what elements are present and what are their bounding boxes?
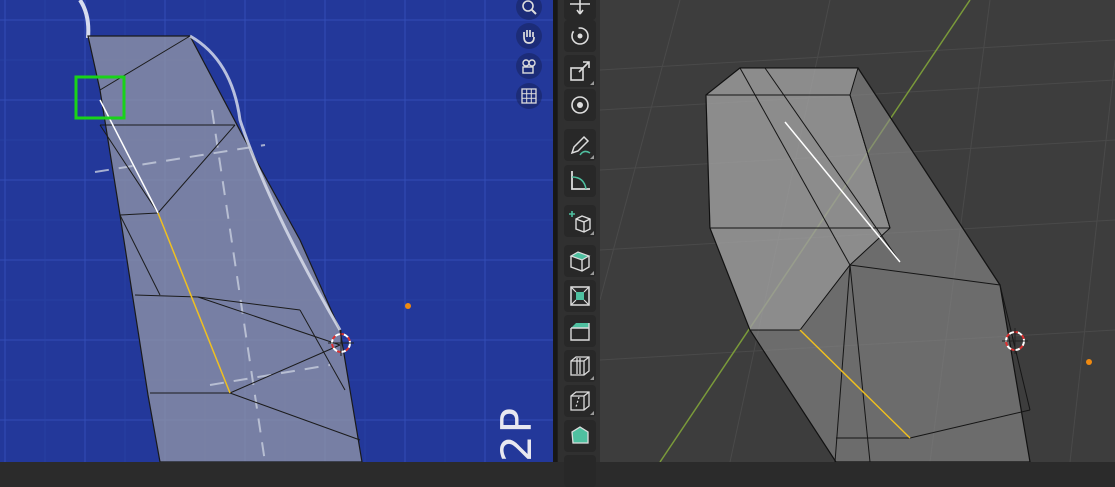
knife-icon [570, 391, 590, 411]
ortho-toggle-button[interactable] [516, 83, 542, 109]
spin-tool[interactable] [564, 455, 596, 487]
pan-button[interactable] [516, 23, 542, 49]
add-cube-tool[interactable] [564, 205, 596, 237]
bevel-tool[interactable] [564, 315, 596, 347]
object-origin[interactable] [405, 303, 411, 309]
bevel-icon [570, 323, 590, 341]
annotate-tool[interactable] [564, 129, 596, 161]
scale-tool[interactable] [564, 55, 596, 87]
ortho-scene[interactable] [0, 0, 553, 462]
add-cube-icon [569, 211, 591, 233]
reference-curve [78, 0, 91, 39]
transform-icon [571, 96, 589, 114]
ruler-icon [571, 171, 590, 190]
rotate-icon [571, 27, 589, 45]
perspective-viewport[interactable] [600, 0, 1115, 462]
inset-tool[interactable] [564, 280, 596, 312]
persp-scene[interactable] [600, 0, 1115, 462]
transform-tool[interactable] [564, 89, 596, 121]
scale-icon [570, 61, 590, 81]
loop-cut-icon [570, 356, 590, 376]
loop-cut-tool[interactable] [564, 350, 596, 382]
poly-build-icon [571, 426, 589, 444]
tool-shelf [557, 0, 600, 487]
hand-icon [523, 30, 535, 44]
grid-icon [521, 88, 537, 104]
move-tool[interactable] [564, 0, 596, 20]
rotate-tool[interactable] [564, 20, 596, 52]
camera-icon [522, 59, 536, 74]
pencil-icon [570, 135, 591, 156]
poly-build-tool[interactable] [564, 420, 596, 452]
camera-button[interactable] [516, 53, 542, 79]
knife-tool[interactable] [564, 385, 596, 417]
move-icon [570, 0, 590, 15]
persp-object-origin[interactable] [1086, 359, 1092, 365]
extrude-icon [569, 251, 591, 272]
zoom-icon [522, 0, 537, 15]
measure-tool[interactable] [564, 165, 596, 197]
orthographic-viewport[interactable]: 2P [0, 0, 553, 462]
viewport-side-label: 2P [492, 405, 541, 462]
extrude-tool[interactable] [564, 245, 596, 277]
inset-icon [570, 286, 590, 306]
